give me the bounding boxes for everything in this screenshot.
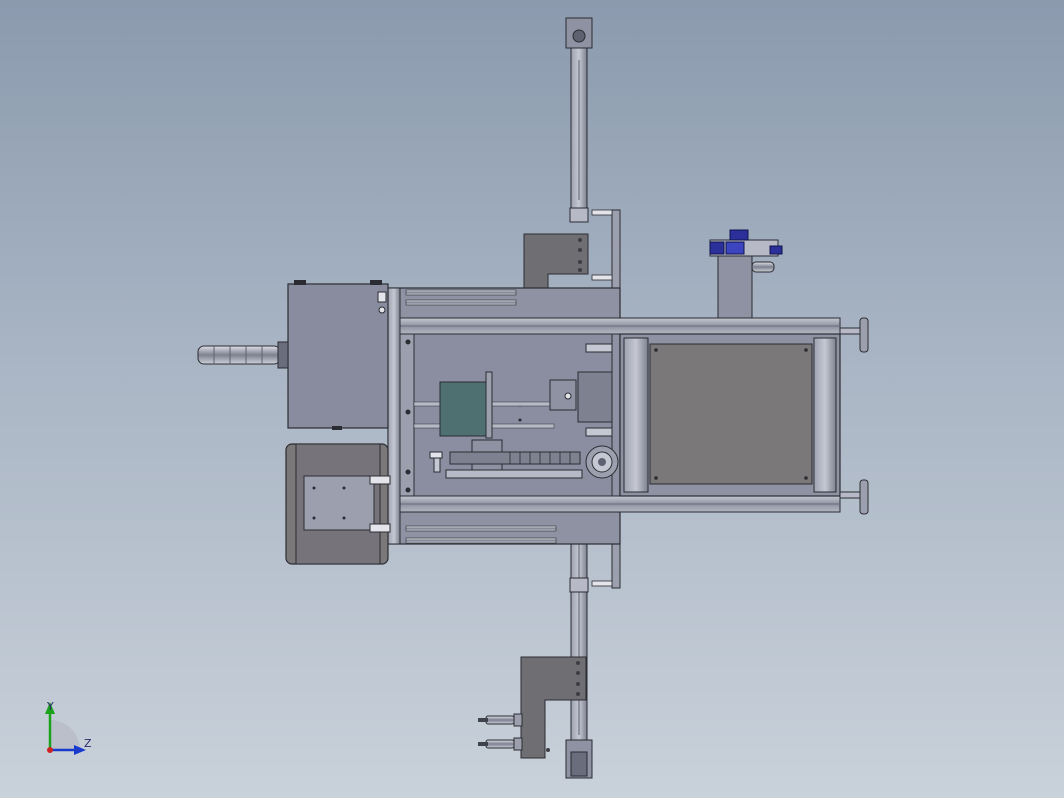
adjust-knob-bottom [859,479,869,515]
lower-cylinder-2 [485,739,515,749]
adjust-knob-top [859,317,869,353]
z-axis-label: Z [84,737,92,750]
y-axis-label: Y [46,700,54,713]
lower-left-housing [285,443,391,565]
top-motor-coupling [572,29,586,43]
motor-shaft [197,341,289,369]
center-clamp [549,379,577,411]
machine-assembly-drawing: Y Z [45,17,869,779]
motor-housing [287,280,389,430]
cad-viewport[interactable]: Y Z [0,0,1064,798]
lower-cylinder-1 [485,715,515,725]
glass-window [439,381,487,437]
coordinate-triad: Y Z [45,700,92,755]
right-table-frame [619,317,869,515]
table-plate [649,343,813,485]
valve-assembly [709,229,783,319]
mounting-plate [303,475,375,531]
solenoid-valve [709,241,725,255]
origin-dot [47,747,53,753]
hand-lever [429,451,443,459]
lead-screw [449,451,581,465]
